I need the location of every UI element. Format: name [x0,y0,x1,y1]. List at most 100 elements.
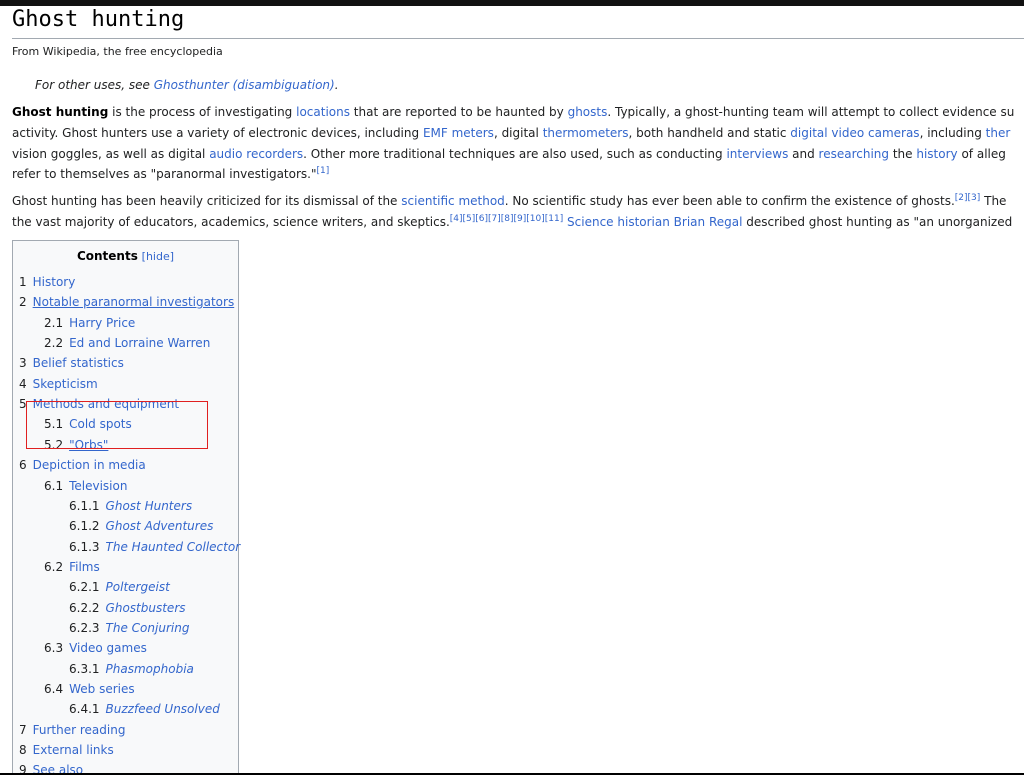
text: of alleg [957,146,1006,161]
link-thermometers[interactable]: thermometers [543,126,629,140]
text: described ghost hunting as "an unorganiz… [742,214,1013,229]
toc-item-number: 6 [19,458,27,473]
toc-item-label[interactable]: External links [33,743,114,757]
toc-item[interactable]: 4 Skepticism [19,377,98,391]
toc-item[interactable]: 6.2.1 Poltergeist [69,580,170,594]
toc-item-number: 1 [19,275,27,289]
link-audio-recorders[interactable]: audio recorders [209,147,303,161]
text: activity. Ghost hunters use a variety of… [12,125,423,140]
toc-item-number: 4 [19,376,27,391]
toc-item[interactable]: 6.3.1 Phasmophobia [69,662,194,676]
link-interviews[interactable]: interviews [726,147,788,161]
toc-item-label[interactable]: Notable paranormal investigators [33,295,235,309]
toc-item-label[interactable]: The Haunted Collector [106,540,241,554]
toc-item-label[interactable]: Harry Price [69,316,135,330]
toc-item[interactable]: 7 Further reading [19,723,125,737]
toc-item-label[interactable]: Further reading [33,723,126,737]
toc-item[interactable]: 6.2 Films [44,560,100,574]
toc-item-label[interactable]: Films [69,560,100,574]
toc-item-number: 6.4.1 [69,702,100,717]
toc-item-number: 2.2 [44,336,64,351]
toc-item[interactable]: 2.2 Ed and Lorraine Warren [44,336,210,350]
toc-item[interactable]: 6.1 Television [44,479,127,493]
toc-item-number: 2.1 [44,315,64,330]
link-digital-video-cameras[interactable]: digital video cameras [790,126,919,140]
link-ghosts[interactable]: ghosts [568,105,608,119]
toc-item-label[interactable]: Belief statistics [33,356,124,370]
toc-hide-toggle[interactable]: [hide] [142,250,174,263]
text: the [889,146,917,161]
hatnote-suffix: . [334,78,339,92]
text: . No scientific study has ever been able… [504,194,955,208]
toc-item[interactable]: 8 External links [19,743,114,757]
citation-4-11[interactable]: [4][5][6][7][8][9][10][11] [450,214,563,224]
link-history[interactable]: history [916,147,957,161]
toc-item-label[interactable]: Video games [69,641,147,655]
toc-item-label[interactable]: Depiction in media [33,458,146,472]
toc-item-label[interactable]: Web series [69,682,135,696]
text: . Other more traditional techniques are … [303,146,727,161]
toc-header: Contents [hide] [13,249,238,263]
link-locations[interactable]: locations [296,105,350,119]
toc-item-label[interactable]: Ghost Adventures [106,519,214,533]
toc-item[interactable]: 6 Depiction in media [19,458,146,472]
toc-item[interactable]: 6.4 Web series [44,682,135,696]
link-scientific-method[interactable]: scientific method [401,194,505,208]
toc-item[interactable]: 6.4.1 Buzzfeed Unsolved [69,702,220,716]
paragraph-line: vision goggles, as well as digital audio… [12,144,1024,165]
toc-item-label[interactable]: Television [69,479,127,493]
hatnote: For other uses, see Ghosthunter (disambi… [35,78,339,92]
bold-term: Ghost hunting [12,105,109,119]
toc-item[interactable]: 1 History [19,275,75,289]
toc-item-label[interactable]: Ghost Hunters [106,499,193,513]
toc-item[interactable]: 2 Notable paranormal investigators [19,295,234,309]
toc-item[interactable]: 3 Belief statistics [19,356,124,370]
link-science-historian[interactable]: Science historian [567,215,670,229]
toc-item[interactable]: 2.1 Harry Price [44,316,135,330]
highlight-box [26,401,208,449]
intro-paragraph-2: Ghost hunting has been heavily criticize… [12,191,1024,233]
toc-item[interactable]: 6.2.3 The Conjuring [69,621,189,635]
toc-item-number: 6.2.1 [69,580,100,595]
link-brian-regal[interactable]: Brian Regal [674,215,743,229]
toc-item[interactable]: 6.1.1 Ghost Hunters [69,499,192,513]
toc-item-number: 6.4 [44,682,64,696]
hatnote-disambiguation-link[interactable]: Ghosthunter (disambiguation) [154,78,335,92]
text: is the process of investigating [108,105,297,119]
toc-item-label[interactable]: Ed and Lorraine Warren [69,336,210,350]
text: that are reported to be haunted by [349,105,568,119]
toc-item[interactable]: 9 See also [19,763,83,773]
toc-item-label[interactable]: History [33,275,76,289]
hatnote-prefix: For other uses, see [35,78,154,92]
intro-paragraph-1: Ghost hunting is the process of investig… [12,102,1024,185]
paragraph-line: the vast majority of educators, academic… [12,212,1024,233]
link-researching[interactable]: researching [819,147,889,161]
toc-item-number: 6.3.1 [69,661,100,676]
toc-item-label[interactable]: Ghostbusters [106,601,186,615]
toc-item[interactable]: 6.1.2 Ghost Adventures [69,519,213,533]
toc-item-number: 6.1 [44,478,64,493]
toc-item[interactable]: 6.3 Video games [44,641,147,655]
toc-title: Contents [76,249,138,263]
citation-2-3[interactable]: [2][3] [955,193,981,203]
link-thermal[interactable]: ther [986,126,1011,140]
toc-item-number: 6.2 [44,559,64,574]
paragraph-line: refer to themselves as "paranormal inves… [12,164,1024,185]
citation-1[interactable]: [1] [316,166,329,176]
toc-item-label[interactable]: Poltergeist [106,580,170,594]
toc-item[interactable]: 6.2.2 Ghostbusters [69,601,186,615]
toc-item-label[interactable]: See also [33,763,83,773]
toc-item-label[interactable]: Buzzfeed Unsolved [106,702,220,716]
text: , digital [493,125,543,140]
link-emf-meters[interactable]: EMF meters [423,126,494,140]
toc-item-label[interactable]: Phasmophobia [106,662,194,676]
paragraph-line: activity. Ghost hunters use a variety of… [12,123,1024,144]
toc-item-label[interactable]: The Conjuring [106,621,190,635]
toc-item-number: 2 [19,295,27,310]
toc-item[interactable]: 6.1.3 The Haunted Collector [69,540,240,554]
text: and [788,146,819,161]
table-of-contents: Contents [hide] 1 History 2 Notable paranor… [12,240,240,773]
toc-item-label[interactable]: Skepticism [33,377,98,391]
text: , including [919,125,986,140]
page-title: Ghost hunting [12,7,185,32]
